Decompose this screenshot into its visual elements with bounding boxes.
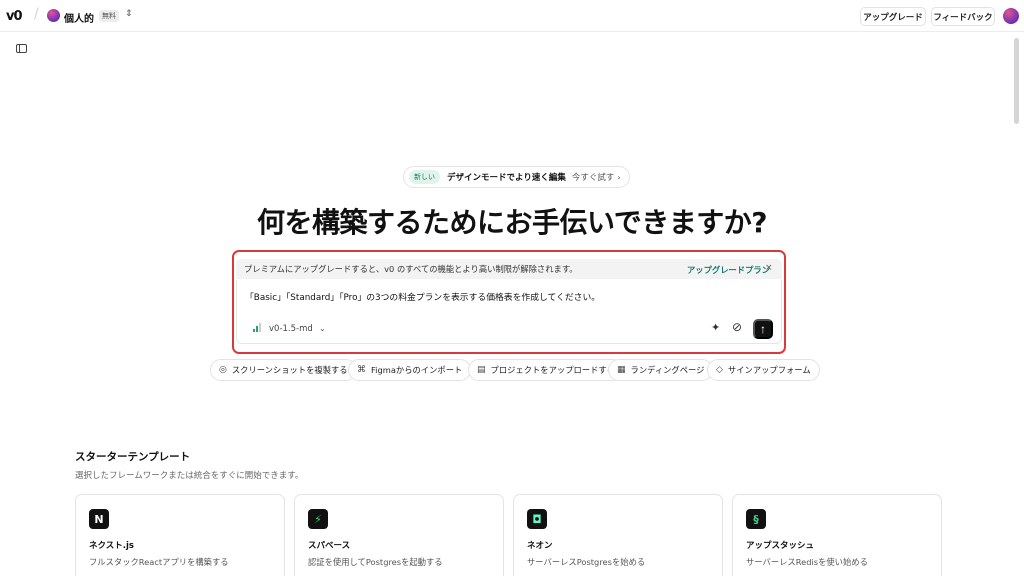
model-selector[interactable]: v0-1.5-md	[269, 324, 313, 334]
paperclip-icon[interactable]: ⊘	[732, 320, 742, 334]
workspace-avatar[interactable]	[47, 9, 60, 22]
upstash-icon: §	[746, 509, 766, 529]
nextjs-icon: N	[89, 509, 109, 529]
quick-action-clone-screenshot[interactable]: ◎ スクリーンショットを複製する	[210, 359, 357, 381]
v0-home-page: v0 / 個人的 無料 ⇕ アップグレード フィードバック 新しい デザインモー…	[0, 0, 1024, 576]
user-avatar[interactable]	[1003, 8, 1019, 24]
signal-bars-icon	[253, 323, 263, 332]
template-title: スパベース	[308, 541, 351, 551]
templates-subtitle: 選択したフレームワークまたは統合をすぐに開始できます。	[75, 471, 304, 481]
templates-heading: スターターテンプレート	[75, 451, 191, 463]
quick-action-label: ランディングページ	[630, 365, 705, 375]
camera-icon: ◎	[219, 365, 227, 375]
quick-action-landing-page[interactable]: ▦ ランディングページ	[608, 359, 714, 381]
template-card-supabase[interactable]: ⚡ スパベース 認証を使用してPostgresを起動する	[294, 494, 504, 576]
chevron-down-icon[interactable]: ⌄	[319, 324, 326, 333]
close-icon[interactable]: ×	[765, 263, 773, 273]
template-card-nextjs[interactable]: N ネクスト.js フルスタックReactアプリを構築する	[75, 494, 285, 576]
template-title: ネクスト.js	[89, 541, 134, 551]
upgrade-button[interactable]: アップグレード	[860, 7, 926, 26]
announcement-pill[interactable]: 新しい デザインモードでより速く編集 今すぐ試す ›	[403, 166, 630, 188]
upload-file-icon: ▤	[477, 365, 486, 375]
quick-action-label: サインアップフォーム	[727, 365, 811, 375]
template-card-neon[interactable]: ◘ ネオン サーバーレスPostgresを始める	[513, 494, 723, 576]
announcement-text: デザインモードでより速く編集	[447, 173, 566, 183]
scrollbar[interactable]	[1014, 38, 1019, 124]
template-title: アップスタッシュ	[746, 541, 815, 551]
quick-action-label: プロジェクトをアップロードする	[490, 365, 615, 375]
sidebar-toggle-icon[interactable]	[16, 44, 27, 53]
page-title: 何を構築するためにお手伝いできますか?	[257, 206, 767, 239]
template-description: フルスタックReactアプリを構築する	[89, 557, 229, 567]
try-now-link[interactable]: 今すぐ試す	[572, 171, 615, 183]
top-bar: v0 / 個人的 無料 ⇕ アップグレード フィードバック	[0, 0, 1024, 32]
plan-badge: 無料	[99, 10, 119, 22]
quick-action-label: スクリーンショットを複製する	[231, 365, 348, 375]
upgrade-plan-link[interactable]: アップグレードプラン	[687, 264, 770, 276]
workspace-name[interactable]: 個人的	[64, 10, 94, 25]
breadcrumb-separator: /	[34, 6, 39, 22]
layout-icon: ▦	[617, 365, 626, 375]
upgrade-banner: プレミアムにアップグレードすると、v0 のすべての機能とより高い制限が解除されま…	[236, 259, 782, 279]
prompt-input[interactable]: 「Basic」「Standard」「Pro」の3つの料金プランを表示する価格表を…	[236, 280, 782, 344]
quick-action-figma-import[interactable]: ⌘ Figmaからのインポート	[348, 359, 472, 381]
template-description: サーバーレスRedisを使い始める	[746, 557, 868, 567]
figma-icon: ⌘	[357, 365, 366, 375]
template-title: ネオン	[527, 541, 553, 551]
feedback-button[interactable]: フィードバック	[931, 7, 995, 26]
chevron-right-icon: ›	[617, 172, 621, 182]
prompt-text[interactable]: 「Basic」「Standard」「Pro」の3つの料金プランを表示する価格表を…	[245, 290, 600, 303]
quick-action-upload-project[interactable]: ▤ プロジェクトをアップロードする	[468, 359, 624, 381]
chevron-up-down-icon[interactable]: ⇕	[125, 9, 133, 19]
template-description: 認証を使用してPostgresを起動する	[308, 557, 443, 567]
template-description: サーバーレスPostgresを始める	[527, 557, 646, 567]
supabase-icon: ⚡	[308, 509, 328, 529]
quick-action-label: Figmaからのインポート	[371, 365, 463, 375]
template-card-upstash[interactable]: § アップスタッシュ サーバーレスRedisを使い始める	[732, 494, 942, 576]
quick-action-signup-form[interactable]: ◇ サインアップフォーム	[707, 359, 820, 381]
neon-icon: ◘	[527, 509, 547, 529]
send-button[interactable]: ↑	[753, 319, 773, 339]
new-badge: 新しい	[409, 170, 440, 184]
upgrade-banner-text: プレミアムにアップグレードすると、v0 のすべての機能とより高い制限が解除されま…	[244, 264, 578, 274]
sparkle-icon[interactable]: ✦	[711, 321, 720, 334]
drop-icon: ◇	[716, 365, 723, 375]
v0-logo[interactable]: v0	[6, 9, 23, 24]
